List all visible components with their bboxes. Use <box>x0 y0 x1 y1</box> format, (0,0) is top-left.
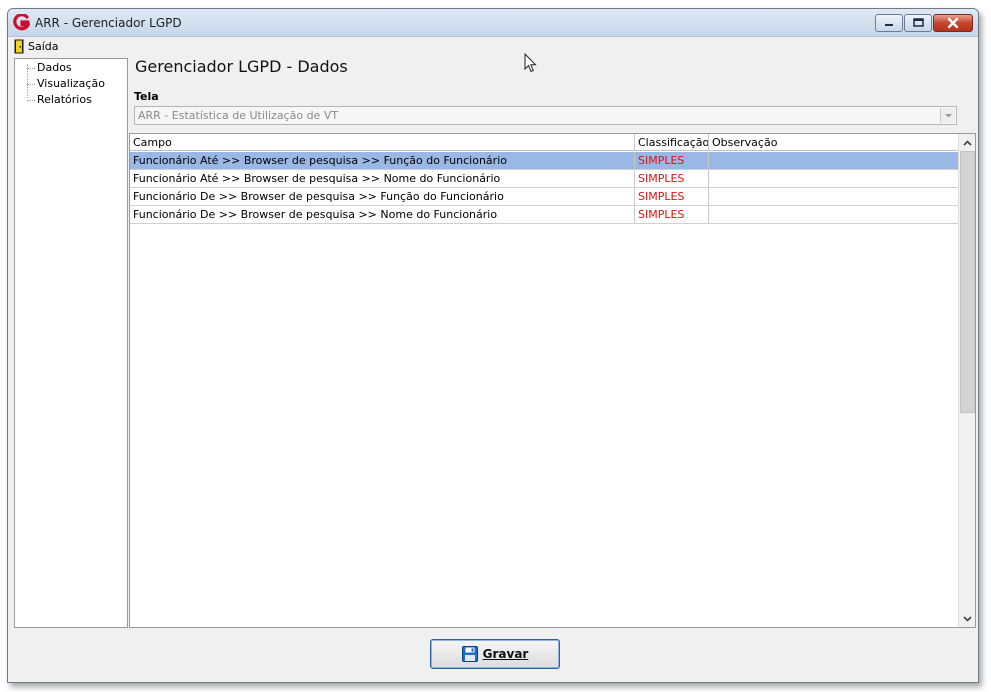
fields-grid: Campo Classificação Observação Funcionár… <box>129 133 976 628</box>
close-icon <box>947 17 959 29</box>
cell-campo[interactable]: Funcionário Até >> Browser de pesquisa >… <box>130 170 635 187</box>
table-row[interactable]: Funcionário De >> Browser de pesquisa >>… <box>130 188 959 206</box>
scroll-up-button[interactable] <box>959 134 976 151</box>
window-controls <box>875 14 973 32</box>
cell-campo[interactable]: Funcionário De >> Browser de pesquisa >>… <box>130 206 635 223</box>
tela-select-value: ARR - Estatística de Utilização de VT <box>138 109 339 122</box>
chevron-down-icon <box>963 615 972 622</box>
table-row[interactable]: Funcionário Até >> Browser de pesquisa >… <box>130 152 959 170</box>
tree-item-visualizacao[interactable]: Visualização <box>37 77 105 90</box>
floppy-disk-icon <box>461 646 478 662</box>
menu-bar: Saída <box>8 37 978 57</box>
cell-observacao[interactable] <box>709 170 959 187</box>
chevron-down-icon <box>945 114 952 118</box>
title-bar[interactable]: ARR - Gerenciador LGPD <box>8 9 978 37</box>
cell-classificacao[interactable]: SIMPLES <box>635 170 709 187</box>
cell-campo[interactable]: Funcionário Até >> Browser de pesquisa >… <box>130 152 635 169</box>
menu-item-saida[interactable]: Saída <box>14 39 59 54</box>
maximize-icon <box>913 18 924 27</box>
cell-classificacao[interactable]: SIMPLES <box>635 188 709 205</box>
tela-select-dropdown-button[interactable] <box>940 108 955 123</box>
scrollbar-thumb[interactable] <box>960 151 975 413</box>
app-window: ARR - Gerenciador LGPD Saída Dados Visua… <box>7 8 979 683</box>
cell-observacao[interactable] <box>709 152 959 169</box>
column-header-observacao[interactable]: Observação <box>709 134 959 151</box>
column-header-classificacao[interactable]: Classificação <box>635 134 709 151</box>
close-button[interactable] <box>933 14 973 32</box>
table-row[interactable]: Funcionário Até >> Browser de pesquisa >… <box>130 170 959 188</box>
minimize-button[interactable] <box>875 14 903 32</box>
cell-observacao[interactable] <box>709 188 959 205</box>
cell-classificacao[interactable]: SIMPLES <box>635 152 709 169</box>
tree-connector <box>27 64 28 98</box>
tree-connector <box>27 100 35 101</box>
cell-observacao[interactable] <box>709 206 959 223</box>
app-logo-icon <box>13 14 30 31</box>
table-row[interactable]: Funcionário De >> Browser de pesquisa >>… <box>130 206 959 224</box>
minimize-icon <box>885 24 893 26</box>
tree-connector <box>27 68 35 69</box>
vertical-scrollbar[interactable] <box>958 134 975 627</box>
chevron-up-icon <box>963 139 972 146</box>
menu-item-saida-label: Saída <box>28 40 59 53</box>
cell-classificacao[interactable]: SIMPLES <box>635 206 709 223</box>
tela-label: Tela <box>134 90 159 103</box>
save-button-label: Gravar <box>482 647 529 661</box>
window-title: ARR - Gerenciador LGPD <box>35 16 182 30</box>
tela-select[interactable]: ARR - Estatística de Utilização de VT <box>134 106 957 125</box>
maximize-button[interactable] <box>904 14 932 32</box>
grid-body: Funcionário Até >> Browser de pesquisa >… <box>130 152 959 224</box>
tree-item-dados[interactable]: Dados <box>37 61 72 74</box>
scroll-down-button[interactable] <box>959 610 976 627</box>
grid-header: Campo Classificação Observação <box>130 134 959 151</box>
column-header-campo[interactable]: Campo <box>130 134 635 151</box>
cell-campo[interactable]: Funcionário De >> Browser de pesquisa >>… <box>130 188 635 205</box>
mouse-cursor-icon <box>524 53 537 73</box>
tree-item-relatorios[interactable]: Relatórios <box>37 93 92 106</box>
save-button[interactable]: Gravar <box>430 639 560 669</box>
tree-connector <box>27 84 35 85</box>
exit-door-icon <box>14 39 24 54</box>
page-title: Gerenciador LGPD - Dados <box>135 57 348 76</box>
navigation-tree: Dados Visualização Relatórios <box>14 58 128 628</box>
